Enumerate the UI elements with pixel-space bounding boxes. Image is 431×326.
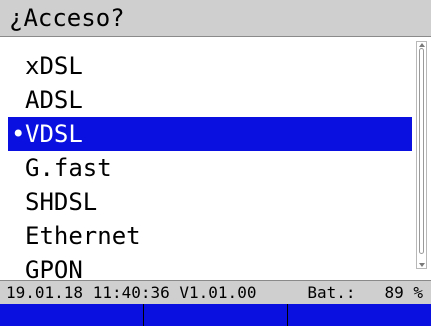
- menu-item-xdsl[interactable]: xDSL: [9, 49, 412, 83]
- scroll-thumb[interactable]: [419, 48, 424, 254]
- scroll-down-arrow-icon[interactable]: [419, 263, 425, 267]
- battery-status: Bat.: 89 %: [307, 283, 423, 303]
- battery-label: Bat.:: [307, 283, 356, 302]
- menu-item-ethernet[interactable]: Ethernet: [9, 219, 412, 253]
- menu-item-label: SHDSL: [25, 188, 98, 216]
- menu-item-label: xDSL: [25, 52, 83, 80]
- softkey-bar: [0, 304, 431, 326]
- device-screen: ¿Acceso? xDSL ADSL •VDSL G.fast SHDSL Et…: [0, 0, 431, 326]
- menu-item-adsl[interactable]: ADSL: [9, 83, 412, 117]
- menu-item-shdsl[interactable]: SHDSL: [9, 185, 412, 219]
- selection-bullet: •: [11, 120, 26, 148]
- menu-item-label: ADSL: [25, 86, 83, 114]
- scroll-up-arrow-icon[interactable]: [419, 43, 425, 47]
- status-bar: 19.01.18 11:40:36 V1.01.00 Bat.: 89 %: [0, 280, 431, 304]
- softkey-2[interactable]: [144, 304, 288, 326]
- menu-item-gfast[interactable]: G.fast: [9, 151, 412, 185]
- softkey-1[interactable]: [0, 304, 144, 326]
- battery-spacer: [356, 283, 385, 302]
- page-title: ¿Acceso?: [9, 4, 125, 32]
- title-bar: ¿Acceso?: [0, 0, 431, 37]
- menu-item-label: Ethernet: [25, 222, 141, 250]
- datetime-version-text: 19.01.18 11:40:36 V1.01.00: [6, 283, 257, 302]
- access-menu-list: xDSL ADSL •VDSL G.fast SHDSL Ethernet GP…: [8, 49, 412, 287]
- battery-value: 89 %: [384, 283, 423, 302]
- softkey-3[interactable]: [288, 304, 431, 326]
- menu-item-vdsl[interactable]: •VDSL: [8, 117, 412, 151]
- menu-item-label: VDSL: [25, 120, 83, 148]
- menu-item-label: G.fast: [25, 154, 112, 182]
- menu-scrollbar[interactable]: [416, 41, 427, 269]
